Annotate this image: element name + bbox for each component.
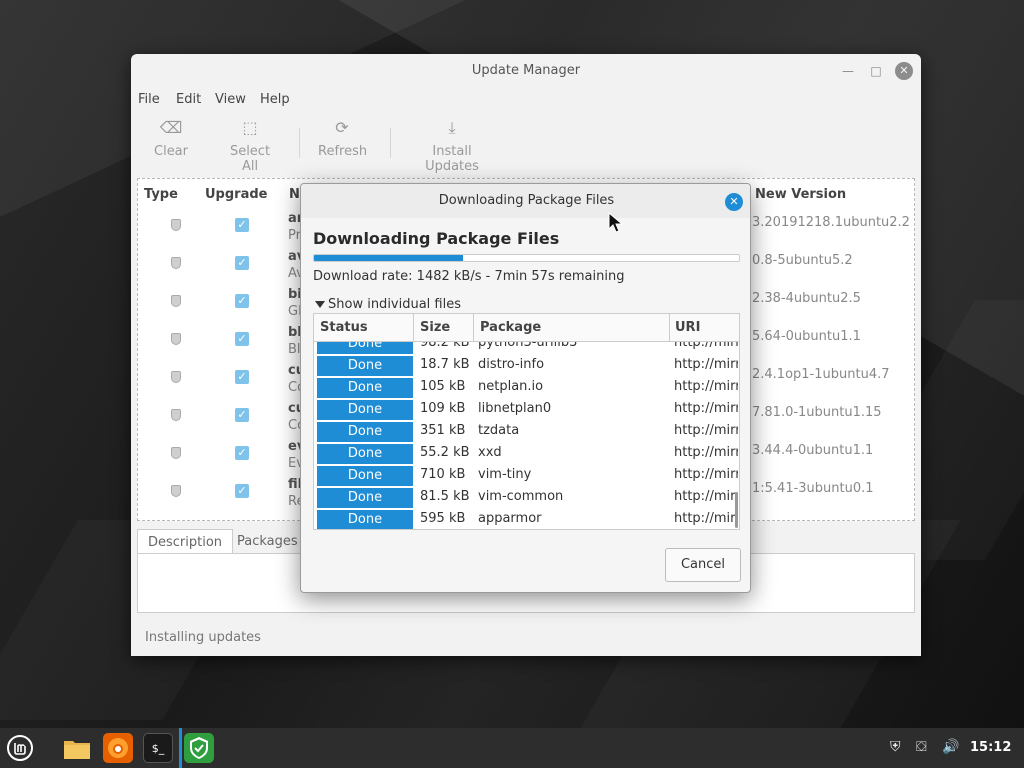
- column-type[interactable]: Type: [144, 187, 178, 202]
- column-separator: [413, 314, 414, 342]
- window-title: Update Manager: [471, 63, 581, 78]
- menu-file[interactable]: File: [138, 92, 160, 107]
- network-icon[interactable]: ⛋: [916, 739, 927, 755]
- column-status[interactable]: Status: [320, 320, 368, 335]
- status-badge: Done: [317, 356, 413, 376]
- upgrade-checkbox[interactable]: ✓: [235, 332, 249, 346]
- cancel-button[interactable]: Cancel: [665, 548, 741, 582]
- dialog-title: Downloading Package Files: [438, 193, 615, 208]
- status-badge: Done: [317, 488, 413, 508]
- files-launcher[interactable]: [62, 733, 92, 763]
- shield-icon: [171, 371, 181, 383]
- volume-icon[interactable]: 🔊: [942, 739, 959, 755]
- tab-description[interactable]: Description: [137, 529, 234, 555]
- table-row[interactable]: Done 109 kB libnetplan0 http://mirro: [314, 399, 739, 421]
- shield-icon: [171, 333, 181, 345]
- column-separator: [473, 314, 474, 342]
- firefox-launcher[interactable]: [103, 733, 133, 763]
- minimize-button[interactable]: —: [839, 62, 857, 80]
- mouse-cursor-icon: [608, 212, 624, 233]
- status-badge: Done: [317, 342, 413, 354]
- dialog-titlebar[interactable]: Downloading Package Files: [301, 184, 750, 218]
- tab-packages[interactable]: Packages: [227, 529, 308, 555]
- expander-triangle-icon: [315, 301, 325, 308]
- files-table-header: Status Size Package URI: [314, 314, 739, 342]
- menu-edit[interactable]: Edit: [176, 92, 201, 107]
- status-badge: Done: [317, 444, 413, 464]
- shield-icon: [171, 485, 181, 497]
- column-size[interactable]: Size: [420, 320, 450, 335]
- update-manager-launcher[interactable]: [184, 733, 214, 763]
- status-badge: Done: [317, 422, 413, 442]
- terminal-launcher[interactable]: $_: [143, 733, 173, 763]
- folder-icon: [64, 741, 90, 759]
- download-rate: Download rate: 1482 kB/s - 7min 57s rema…: [313, 269, 625, 284]
- dialog-heading: Downloading Package Files: [313, 229, 560, 248]
- show-files-expander[interactable]: Show individual files: [315, 297, 461, 312]
- upgrade-checkbox[interactable]: ✓: [235, 370, 249, 384]
- shield-icon: [171, 257, 181, 269]
- upgrade-checkbox[interactable]: ✓: [235, 256, 249, 270]
- upgrade-checkbox[interactable]: ✓: [235, 484, 249, 498]
- shield-icon: [171, 219, 181, 231]
- toolbar: ⌫ Clear ⬚ Select All ⟳ Refresh ⤓ Install…: [131, 118, 921, 174]
- shield-icon: [171, 409, 181, 421]
- install-updates-button[interactable]: ⤓ Install Updates: [405, 118, 499, 174]
- menu-button[interactable]: [5, 733, 35, 763]
- table-row[interactable]: Done 595 kB apparmor http://mirro: [314, 509, 739, 529]
- clear-button[interactable]: ⌫ Clear: [153, 118, 189, 159]
- scrollbar[interactable]: [735, 492, 738, 528]
- shield-icon: [171, 295, 181, 307]
- column-package[interactable]: Package: [480, 320, 541, 335]
- firefox-icon: [108, 738, 128, 758]
- refresh-icon: ⟳: [335, 118, 349, 137]
- status-text: Installing updates: [145, 630, 261, 645]
- files-table-body: Done 98.2 kB python3-urllib3 http://mirr…: [314, 342, 739, 529]
- expander-label: Show individual files: [328, 297, 462, 312]
- shield-check-icon: [190, 737, 208, 759]
- clock[interactable]: 15:12: [970, 740, 1011, 755]
- upgrade-checkbox[interactable]: ✓: [235, 294, 249, 308]
- table-row[interactable]: Done 55.2 kB xxd http://mirro: [314, 443, 739, 465]
- status-badge: Done: [317, 400, 413, 420]
- upgrade-checkbox[interactable]: ✓: [235, 446, 249, 460]
- refresh-button[interactable]: ⟳ Refresh: [318, 118, 367, 159]
- dialog-close-icon[interactable]: ✕: [725, 193, 743, 211]
- table-row[interactable]: Done 18.7 kB distro-info http://mirro: [314, 355, 739, 377]
- menu-help[interactable]: Help: [260, 92, 290, 107]
- close-button[interactable]: ✕: [895, 62, 913, 80]
- progress-fill: [314, 255, 463, 261]
- status-badge: Done: [317, 466, 413, 486]
- column-uri[interactable]: URI: [675, 320, 700, 335]
- clear-icon: ⌫: [159, 118, 183, 137]
- download-progress-bar: [313, 254, 740, 262]
- select-all-button[interactable]: ⬚ Select All: [220, 118, 280, 174]
- files-table[interactable]: Status Size Package URI Done 98.2 kB pyt…: [313, 313, 740, 530]
- table-row[interactable]: Done 105 kB netplan.io http://mirro: [314, 377, 739, 399]
- shield-tray-icon[interactable]: ⛨: [890, 739, 901, 755]
- download-icon: ⤓: [448, 118, 456, 137]
- column-upgrade[interactable]: Upgrade: [205, 187, 267, 202]
- mint-logo-icon: [7, 735, 33, 761]
- upgrade-checkbox[interactable]: ✓: [235, 218, 249, 232]
- select-all-icon: ⬚: [242, 118, 258, 137]
- table-row[interactable]: Done 81.5 kB vim-common http://mirro: [314, 487, 739, 509]
- table-row[interactable]: Done 98.2 kB python3-urllib3 http://mirr…: [314, 342, 739, 355]
- table-row[interactable]: Done 710 kB vim-tiny http://mirro: [314, 465, 739, 487]
- download-dialog: Downloading Package Files ✕ Downloading …: [300, 183, 751, 593]
- column-separator: [669, 314, 670, 342]
- titlebar[interactable]: Update Manager: [131, 54, 921, 88]
- column-new-version[interactable]: New Version: [755, 187, 846, 202]
- terminal-icon: $_: [151, 742, 165, 755]
- menu-view[interactable]: View: [215, 92, 246, 107]
- toolbar-separator: [390, 128, 391, 158]
- maximize-button[interactable]: □: [867, 62, 885, 80]
- taskbar: $_ ⛨ ⛋ 🔊 15:12: [0, 728, 1024, 768]
- table-row[interactable]: Done 351 kB tzdata http://mirro: [314, 421, 739, 443]
- status-badge: Done: [317, 378, 413, 398]
- upgrade-checkbox[interactable]: ✓: [235, 408, 249, 422]
- status-badge: Done: [317, 510, 413, 529]
- toolbar-separator: [299, 128, 300, 158]
- shield-icon: [171, 447, 181, 459]
